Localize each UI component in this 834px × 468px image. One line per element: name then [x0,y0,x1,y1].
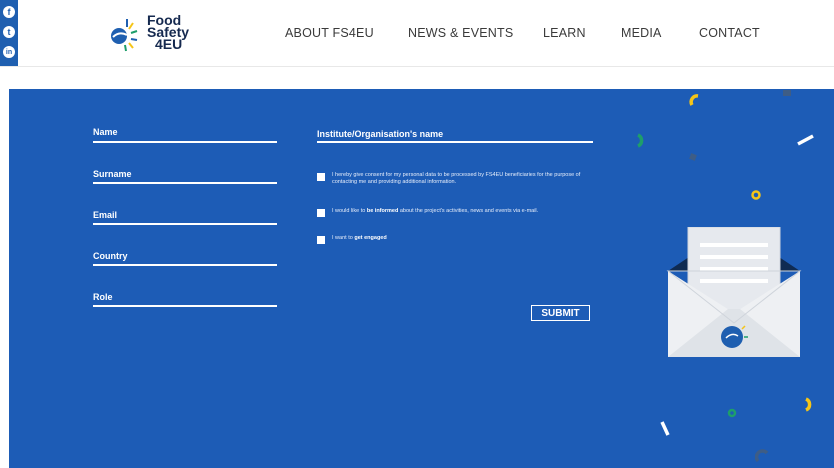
logo-emblem-icon [98,19,138,53]
consent-data-processing-text: I hereby give consent for my personal da… [332,172,581,185]
checkbox-data-processing[interactable] [317,173,325,181]
green-arc-decoration [637,133,644,148]
nav-about[interactable]: ABOUT FS4EU [285,26,374,40]
social-bar: f t in [0,0,18,66]
gray-square-decoration [783,90,791,96]
white-dash-decoration [797,134,814,146]
name-label: Name [93,127,118,137]
name-field[interactable]: Name [93,127,277,143]
yellow-arc-decoration-2 [805,397,812,412]
consent-engaged[interactable]: I want to get engaged [317,235,602,244]
header-divider [0,66,834,67]
email-underline [93,223,277,225]
surname-underline [93,182,277,184]
consent-informed-text: I would like to be informed about the pr… [332,208,539,214]
country-label: Country [93,251,128,261]
country-field[interactable]: Country [93,251,277,267]
twitter-icon[interactable]: t [3,26,15,38]
nav-contact[interactable]: CONTACT [699,26,760,40]
submit-button[interactable]: SUBMIT [531,305,590,321]
surname-field[interactable]: Surname [93,169,277,185]
nav-learn[interactable]: LEARN [543,26,586,40]
checkbox-informed[interactable] [317,209,325,217]
green-ring-decoration [727,408,737,418]
country-underline [93,264,277,266]
institute-label: Institute/Organisation's name [317,129,444,139]
role-field[interactable]: Role [93,292,277,308]
nav-news-events[interactable]: NEWS & EVENTS [408,26,513,40]
nav-media[interactable]: MEDIA [621,26,662,40]
surname-label: Surname [93,169,132,179]
gray-dot-decoration [689,153,697,161]
logo-text: Food Safety 4EU [147,13,189,51]
checkbox-engaged[interactable] [317,236,325,244]
role-label: Role [93,292,113,302]
contact-form-panel: Name Surname Email Country Role Institut… [9,89,834,468]
gray-arc-decoration [755,449,769,463]
institute-field[interactable]: Institute/Organisation's name [317,129,593,145]
consent-informed[interactable]: I would like to be informed about the pr… [317,208,602,217]
institute-underline [317,141,593,143]
yellow-ring-decoration [751,190,761,200]
name-underline [93,141,277,143]
email-field[interactable]: Email [93,210,277,226]
white-dash-decoration-2 [660,421,670,436]
yellow-arc-decoration [689,94,699,106]
email-label: Email [93,210,118,220]
envelope-illustration [666,227,802,357]
consent-data-processing[interactable]: I hereby give consent for my personal da… [317,172,602,185]
site-logo[interactable]: Food Safety 4EU [93,13,213,57]
facebook-icon[interactable]: f [3,6,15,18]
linkedin-icon[interactable]: in [3,46,15,58]
role-underline [93,305,277,307]
consent-engaged-text: I want to get engaged [332,235,387,241]
